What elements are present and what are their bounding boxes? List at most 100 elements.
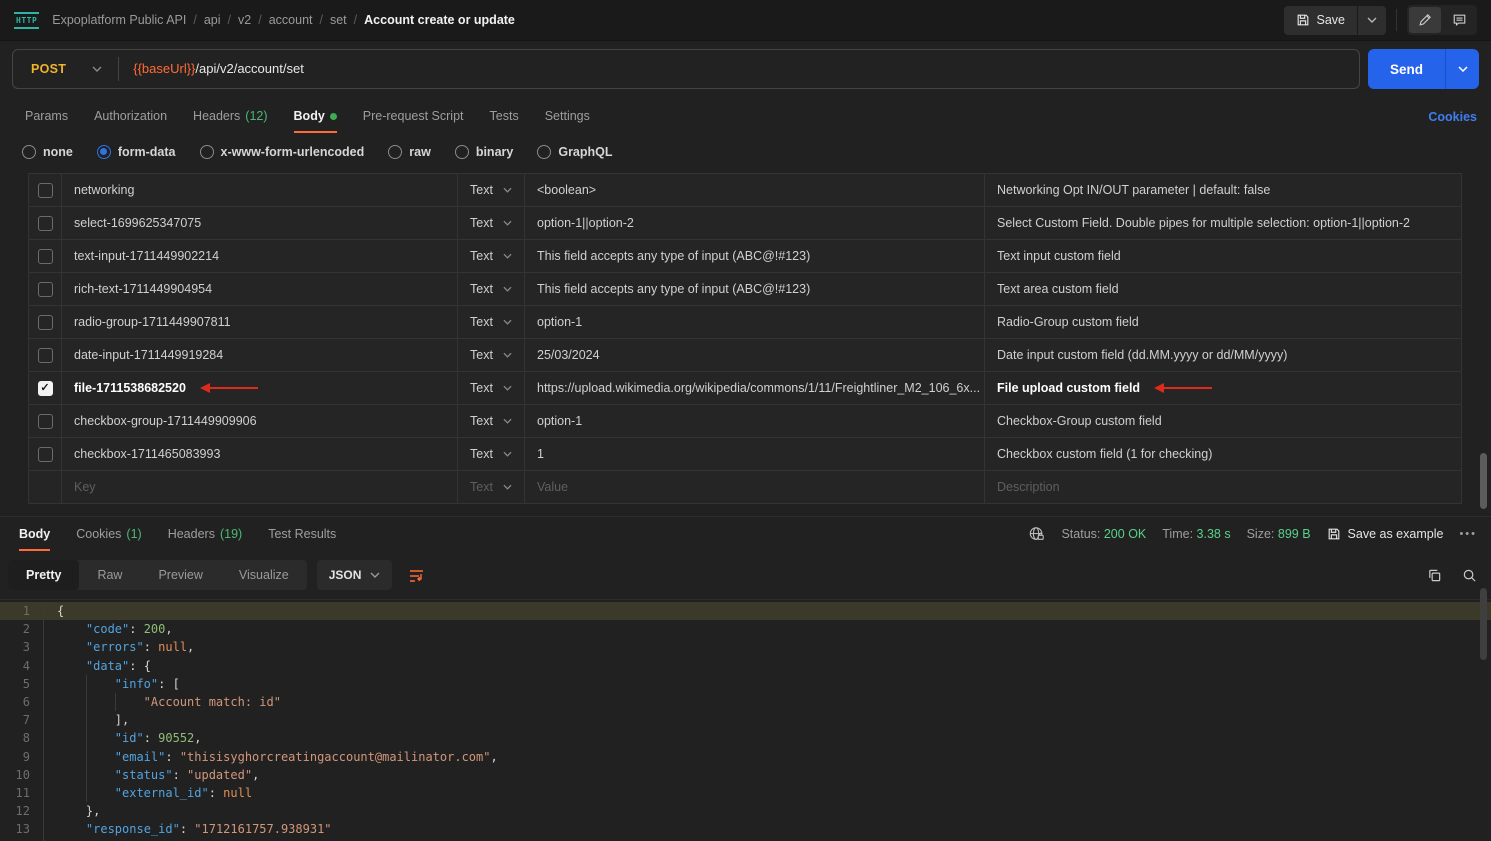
- time-value[interactable]: 3.38 s: [1197, 527, 1231, 541]
- value-cell[interactable]: Value: [525, 471, 985, 503]
- type-dropdown[interactable]: Text: [458, 405, 525, 437]
- tab-authorization[interactable]: Authorization: [83, 101, 178, 133]
- key-cell[interactable]: date-input-1711449919284: [62, 339, 458, 371]
- comments-button[interactable]: [1443, 7, 1475, 33]
- url-input[interactable]: {{baseUrl}}/api/v2/account/set: [118, 57, 1359, 81]
- description-cell[interactable]: Checkbox-Group custom field: [985, 405, 1462, 437]
- value-cell[interactable]: option-1: [525, 306, 985, 338]
- type-dropdown[interactable]: Text: [458, 372, 525, 404]
- key-cell[interactable]: networking: [62, 174, 458, 206]
- breadcrumb-item[interactable]: v2: [238, 13, 251, 27]
- body-mode-form-data[interactable]: form-data: [97, 145, 176, 159]
- save-as-example-button[interactable]: Save as example: [1327, 527, 1444, 541]
- body-mode-binary[interactable]: binary: [455, 145, 514, 159]
- description-text: Description: [997, 480, 1060, 494]
- row-checkbox[interactable]: [38, 414, 53, 429]
- value-cell[interactable]: option-1||option-2: [525, 207, 985, 239]
- key-cell[interactable]: checkbox-1711465083993: [62, 438, 458, 470]
- send-button[interactable]: Send: [1368, 49, 1445, 89]
- description-cell[interactable]: File upload custom field: [985, 372, 1462, 404]
- cookies-link[interactable]: Cookies: [1428, 110, 1477, 124]
- breadcrumb-item[interactable]: api: [204, 13, 221, 27]
- copy-button[interactable]: [1427, 568, 1442, 583]
- key-cell[interactable]: select-1699625347075: [62, 207, 458, 239]
- indent-guide: [57, 638, 86, 656]
- row-checkbox[interactable]: [38, 348, 53, 363]
- view-tab-preview[interactable]: Preview: [140, 560, 220, 590]
- value-cell[interactable]: This field accepts any type of input (AB…: [525, 273, 985, 305]
- save-options-button[interactable]: [1357, 6, 1386, 35]
- description-cell[interactable]: Networking Opt IN/OUT parameter | defaul…: [985, 174, 1462, 206]
- key-cell[interactable]: Key: [62, 471, 458, 503]
- token-p: :: [144, 731, 158, 745]
- view-tab-visualize[interactable]: Visualize: [221, 560, 307, 590]
- tab-body[interactable]: Body: [283, 101, 348, 133]
- row-checkbox[interactable]: ✓: [38, 381, 53, 396]
- tab-params[interactable]: Params: [14, 101, 79, 133]
- type-dropdown[interactable]: Text: [458, 207, 525, 239]
- row-checkbox[interactable]: [38, 183, 53, 198]
- view-tab-raw[interactable]: Raw: [79, 560, 140, 590]
- breadcrumb-item[interactable]: Expoplatform Public API: [52, 13, 186, 27]
- breadcrumb-item[interactable]: set: [330, 13, 347, 27]
- size-value[interactable]: 899 B: [1278, 527, 1311, 541]
- postman-app: HTTP Expoplatform Public API/api/v2/acco…: [0, 0, 1491, 841]
- row-checkbox[interactable]: [38, 216, 53, 231]
- type-dropdown[interactable]: Text: [458, 306, 525, 338]
- description-cell[interactable]: Radio-Group custom field: [985, 306, 1462, 338]
- token-k: "id": [115, 731, 144, 745]
- send-options-button[interactable]: [1445, 49, 1479, 89]
- row-checkbox[interactable]: [38, 249, 53, 264]
- type-dropdown[interactable]: Text: [458, 438, 525, 470]
- save-button[interactable]: Save: [1284, 6, 1358, 35]
- type-dropdown[interactable]: Text: [458, 174, 525, 206]
- key-cell[interactable]: checkbox-group-1711449909906: [62, 405, 458, 437]
- row-checkbox[interactable]: [38, 447, 53, 462]
- body-mode-x-www-form-urlencoded[interactable]: x-www-form-urlencoded: [200, 145, 365, 159]
- value-cell[interactable]: 1: [525, 438, 985, 470]
- table-scrollbar[interactable]: [1480, 453, 1487, 509]
- tab-headers[interactable]: Headers(19): [157, 519, 253, 551]
- body-mode-raw[interactable]: raw: [388, 145, 431, 159]
- edit-button[interactable]: [1409, 7, 1441, 33]
- description-cell[interactable]: Description: [985, 471, 1462, 503]
- tab-tests[interactable]: Tests: [479, 101, 530, 133]
- wrap-lines-button[interactable]: [402, 560, 432, 590]
- view-tab-pretty[interactable]: Pretty: [8, 560, 79, 590]
- tab-headers[interactable]: Headers(12): [182, 101, 278, 133]
- value-cell[interactable]: 25/03/2024: [525, 339, 985, 371]
- body-mode-none[interactable]: none: [22, 145, 73, 159]
- tab-body[interactable]: Body: [8, 519, 61, 551]
- tab-test-results[interactable]: Test Results: [257, 519, 347, 551]
- value-cell[interactable]: option-1: [525, 405, 985, 437]
- description-cell[interactable]: Checkbox custom field (1 for checking): [985, 438, 1462, 470]
- description-cell[interactable]: Select Custom Field. Double pipes for mu…: [985, 207, 1462, 239]
- type-dropdown[interactable]: Text: [458, 339, 525, 371]
- more-options-button[interactable]: •••: [1459, 528, 1477, 540]
- type-dropdown[interactable]: Text: [458, 471, 525, 503]
- key-cell[interactable]: radio-group-1711449907811: [62, 306, 458, 338]
- row-checkbox[interactable]: [38, 315, 53, 330]
- description-cell[interactable]: Text area custom field: [985, 273, 1462, 305]
- body-mode-GraphQL[interactable]: GraphQL: [537, 145, 612, 159]
- status-value[interactable]: 200 OK: [1104, 527, 1146, 541]
- row-checkbox[interactable]: [38, 282, 53, 297]
- tab-settings[interactable]: Settings: [534, 101, 601, 133]
- tab-cookies[interactable]: Cookies(1): [65, 519, 152, 551]
- response-scrollbar[interactable]: [1480, 588, 1487, 660]
- type-dropdown[interactable]: Text: [458, 273, 525, 305]
- value-cell[interactable]: https://upload.wikimedia.org/wikipedia/c…: [525, 372, 985, 404]
- format-dropdown[interactable]: JSON: [317, 560, 393, 590]
- type-dropdown[interactable]: Text: [458, 240, 525, 272]
- description-cell[interactable]: Date input custom field (dd.MM.yyyy or d…: [985, 339, 1462, 371]
- tab-pre-request-script[interactable]: Pre-request Script: [352, 101, 475, 133]
- key-cell[interactable]: file-1711538682520: [62, 372, 458, 404]
- method-selector[interactable]: POST: [13, 62, 118, 76]
- key-cell[interactable]: text-input-1711449902214: [62, 240, 458, 272]
- breadcrumb-item[interactable]: account: [269, 13, 313, 27]
- key-cell[interactable]: rich-text-1711449904954: [62, 273, 458, 305]
- search-button[interactable]: [1462, 568, 1477, 583]
- description-cell[interactable]: Text input custom field: [985, 240, 1462, 272]
- value-cell[interactable]: <boolean>: [525, 174, 985, 206]
- value-cell[interactable]: This field accepts any type of input (AB…: [525, 240, 985, 272]
